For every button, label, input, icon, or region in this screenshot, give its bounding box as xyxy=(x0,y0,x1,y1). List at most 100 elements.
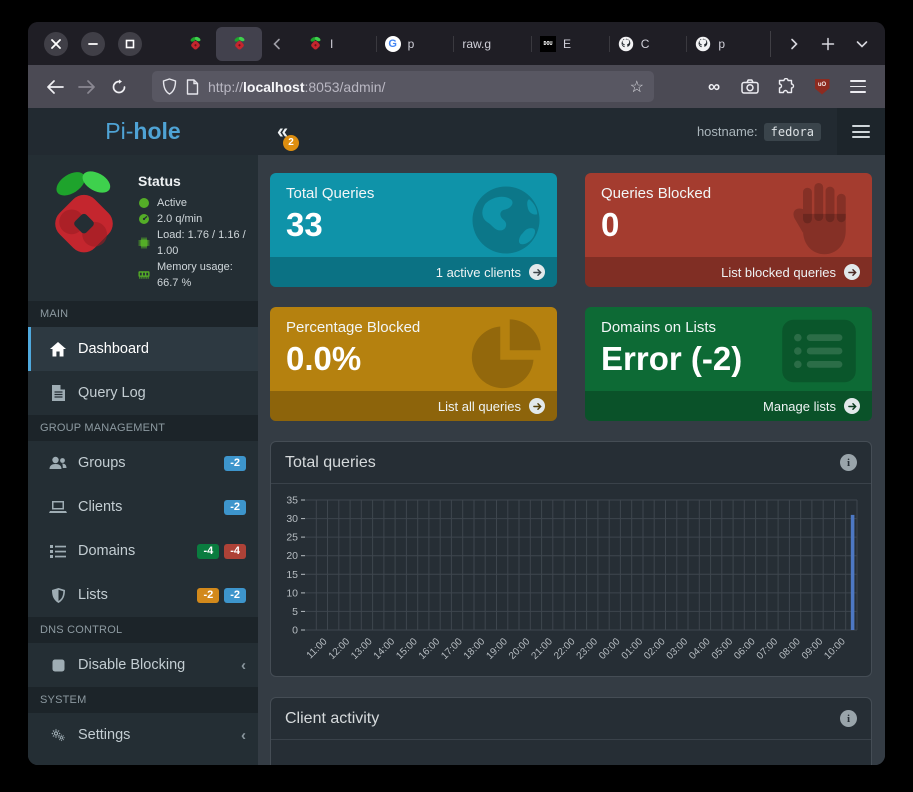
tab-scroll-right-button[interactable] xyxy=(781,31,807,57)
pihole-favicon xyxy=(187,36,203,52)
url-text: http://localhost:8053/admin/ xyxy=(208,79,621,95)
card-title: Domains on Lists xyxy=(601,319,856,336)
sidebar-item-domains[interactable]: Domains -4 -4 xyxy=(28,529,258,573)
forward-button[interactable] xyxy=(72,72,102,102)
browser-tab-google[interactable]: G p xyxy=(376,27,454,61)
sidebar-item-clients[interactable]: Clients -2 xyxy=(28,485,258,529)
total-queries-chart: 0510152025303511:0012:0013:0014:0015:001… xyxy=(279,492,863,674)
status-active: Active xyxy=(138,195,250,211)
sidebar-collapse-button[interactable]: « 2 xyxy=(273,120,292,144)
extensions-button[interactable] xyxy=(771,72,801,102)
dou-favicon: DOU xyxy=(540,36,556,52)
panel-header: Total queries i xyxy=(271,442,871,484)
menu-section-system: SYSTEM xyxy=(28,687,258,713)
ublock-shield-icon: uO xyxy=(815,79,830,95)
status-title: Status xyxy=(138,173,250,189)
dashboard-content: Total Queries 33 1 active clients xyxy=(258,155,885,765)
menu-section-dns-control: DNS CONTROL xyxy=(28,617,258,643)
browser-tab-dou[interactable]: DOU E xyxy=(531,27,609,61)
sidebar-item-groups[interactable]: Groups -2 xyxy=(28,441,258,485)
hostname-display: hostname: fedora xyxy=(697,123,821,141)
card-link-active-clients[interactable]: 1 active clients xyxy=(270,257,557,287)
card-title: Percentage Blocked xyxy=(286,319,541,336)
reload-icon xyxy=(111,79,127,95)
pihole-logo[interactable]: Pi-hole xyxy=(28,118,258,145)
tab-scroll-left-button[interactable] xyxy=(264,31,290,57)
sidebar-item-disable-blocking[interactable]: Disable Blocking ‹ xyxy=(28,643,258,687)
panel-client-activity: Client activity i xyxy=(270,697,872,765)
status-dot-icon xyxy=(138,198,150,208)
svg-text:23:00: 23:00 xyxy=(575,636,601,662)
svg-text:5: 5 xyxy=(292,606,298,618)
panel-title: Client activity xyxy=(285,710,379,728)
card-title: Total Queries xyxy=(286,185,541,202)
desktop-background: I G p raw.g DOU E C xyxy=(0,0,913,792)
browser-tab-pihole-docs[interactable]: I xyxy=(298,27,376,61)
new-tab-button[interactable] xyxy=(815,31,841,57)
card-link-all-queries[interactable]: List all queries xyxy=(270,391,557,421)
domains-allow-badge: -4 xyxy=(197,544,219,559)
hamburger-icon xyxy=(852,125,870,138)
browser-tab-github-2[interactable]: p xyxy=(686,27,764,61)
clients-badge: -2 xyxy=(224,500,246,515)
browser-menu-button[interactable] xyxy=(843,72,873,102)
bookmark-star-button[interactable]: ☆ xyxy=(630,77,644,97)
info-icon[interactable]: i xyxy=(840,454,857,471)
card-link-blocked-queries[interactable]: List blocked queries xyxy=(585,257,872,287)
mask-extension-button[interactable]: ∞ xyxy=(699,72,729,102)
svg-text:15: 15 xyxy=(286,569,298,581)
url-bar[interactable]: http://localhost:8053/admin/ ☆ xyxy=(152,71,654,102)
tabbar-controls xyxy=(770,31,875,57)
sidebar-item-dashboard[interactable]: Dashboard xyxy=(28,327,258,371)
card-body: Queries Blocked 0 xyxy=(585,173,872,257)
pihole-app: Pi-hole « 2 hostname: fedora xyxy=(28,108,885,765)
domains-deny-badge: -4 xyxy=(224,544,246,559)
tab-title: I xyxy=(330,37,333,51)
svg-text:03:00: 03:00 xyxy=(665,636,691,662)
svg-text:20: 20 xyxy=(286,550,298,562)
screenshot-extension-button[interactable] xyxy=(735,72,765,102)
active-tab-pihole[interactable] xyxy=(216,27,262,61)
reload-button[interactable] xyxy=(104,72,134,102)
chart-area[interactable]: 0510152025303511:0012:0013:0014:0015:001… xyxy=(271,484,871,676)
svg-text:30: 30 xyxy=(286,513,298,525)
forward-icon xyxy=(78,80,96,94)
sidebar-item-lists[interactable]: Lists -2 -2 xyxy=(28,573,258,617)
card-link-manage-lists[interactable]: Manage lists xyxy=(585,391,872,421)
sidebar-menu: MAIN Dashboard Query Log GROUP MANAGEMEN… xyxy=(28,301,258,765)
puzzle-icon xyxy=(778,78,795,95)
arrow-circle-icon xyxy=(529,264,545,280)
svg-text:00:00: 00:00 xyxy=(597,636,623,662)
window-controls xyxy=(44,32,142,56)
back-button[interactable] xyxy=(40,72,70,102)
groups-badge: -2 xyxy=(224,456,246,471)
svg-text:11:00: 11:00 xyxy=(305,636,330,661)
window-minimize-button[interactable] xyxy=(81,32,105,56)
svg-text:18:00: 18:00 xyxy=(462,636,488,662)
browser-tab-github-1[interactable]: C xyxy=(609,27,687,61)
close-icon xyxy=(51,39,61,49)
svg-text:21:00: 21:00 xyxy=(529,636,555,662)
gauge-icon xyxy=(138,213,150,225)
tab-bar: I G p raw.g DOU E C xyxy=(28,22,885,65)
svg-text:14:00: 14:00 xyxy=(372,636,398,662)
svg-text:06:00: 06:00 xyxy=(732,636,758,662)
pinned-tab-pihole[interactable] xyxy=(178,27,212,61)
pihole-favicon xyxy=(307,36,323,52)
window-close-button[interactable] xyxy=(44,32,68,56)
sidebar-item-settings[interactable]: Settings ‹ xyxy=(28,713,258,757)
tab-title: C xyxy=(641,37,650,51)
ublock-button[interactable]: uO xyxy=(807,72,837,102)
panel-title: Total queries xyxy=(285,454,376,472)
info-icon[interactable]: i xyxy=(840,710,857,727)
svg-text:07:00: 07:00 xyxy=(755,636,781,662)
pihole-raspberry-logo xyxy=(38,167,130,259)
window-maximize-button[interactable] xyxy=(118,32,142,56)
list-all-tabs-button[interactable] xyxy=(849,31,875,57)
browser-tab-raw[interactable]: raw.g xyxy=(453,27,531,61)
svg-text:08:00: 08:00 xyxy=(777,636,803,662)
panel-header: Client activity i xyxy=(271,698,871,740)
sidebar-item-query-log[interactable]: Query Log xyxy=(28,371,258,415)
sidebar-item-tools[interactable]: Tools 2 ‹ xyxy=(28,757,258,765)
app-menu-button[interactable] xyxy=(837,108,885,155)
